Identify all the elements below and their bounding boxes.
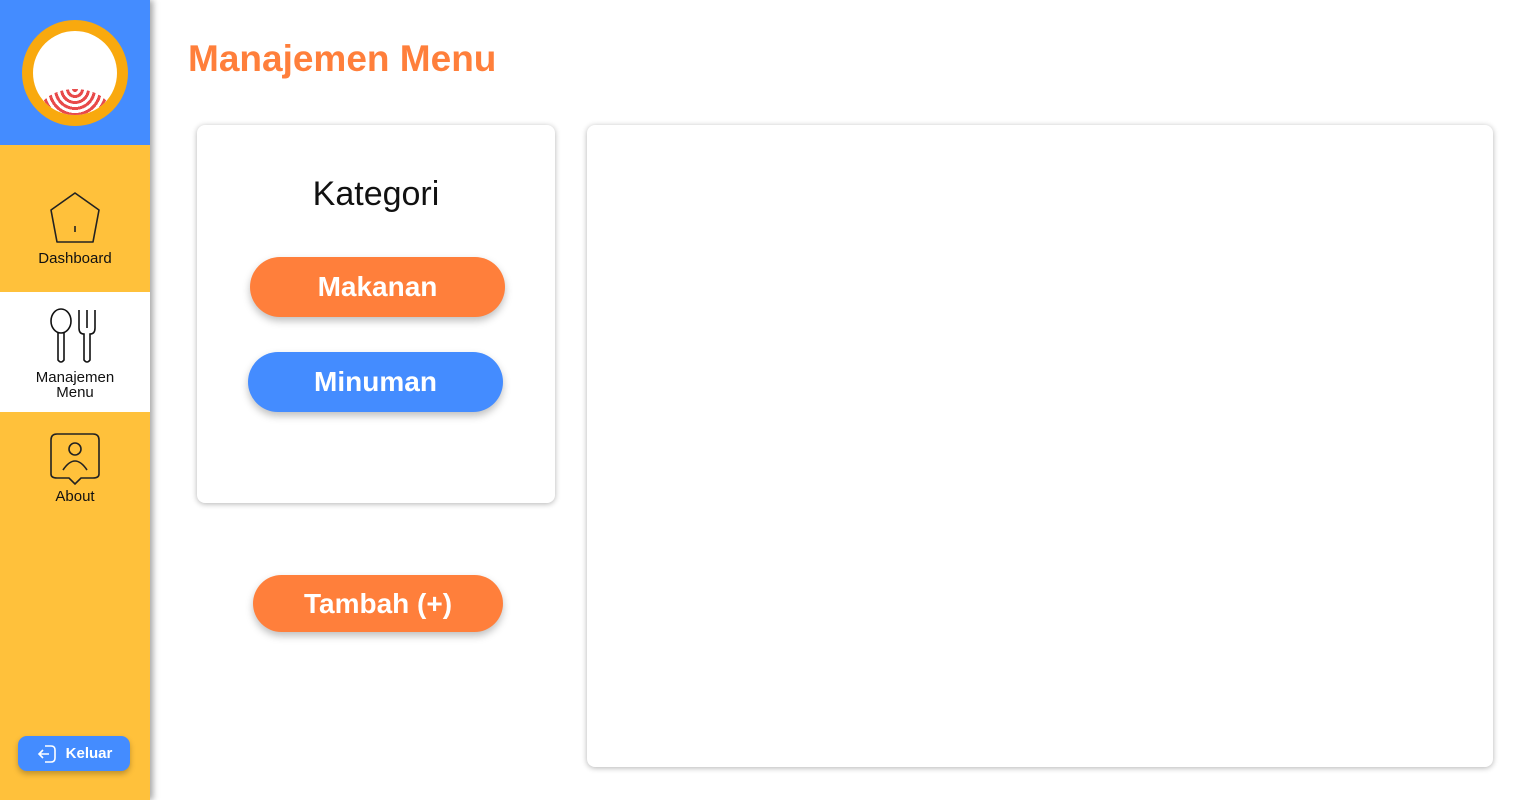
logout-button[interactable]: Keluar: [18, 736, 130, 771]
sidebar-item-dashboard[interactable]: Dashboard: [0, 190, 150, 290]
user-icon: [50, 433, 100, 486]
sidebar-item-label: Manajemen: [35, 369, 115, 386]
logout-label: Keluar: [65, 745, 113, 762]
sidebar-item-label: Menu: [56, 384, 94, 401]
sidebar-item-label: About: [55, 488, 95, 505]
logout-icon: [37, 744, 56, 763]
menu-list-panel: [587, 125, 1493, 767]
add-menu-button[interactable]: Tambah (+): [253, 575, 503, 632]
category-minuman-button[interactable]: Minuman: [248, 352, 503, 412]
category-makanan-button[interactable]: Makanan: [250, 257, 505, 317]
category-title: Kategori: [312, 175, 440, 213]
page-title: Manajemen Menu: [188, 38, 497, 79]
sidebar-item-about[interactable]: About: [0, 432, 150, 512]
sidebar-item-manajemen-menu[interactable]: Manajemen Menu: [0, 292, 150, 412]
sidebar-item-label: Dashboard: [38, 250, 112, 267]
sidebar: Dashboard Manajemen Menu About Keluar: [0, 0, 150, 800]
logo: [22, 19, 128, 126]
logo-area: [0, 0, 150, 145]
category-card: Kategori Makanan Minuman: [197, 125, 555, 503]
home-icon: [50, 192, 100, 243]
spoon-fork-icon: [50, 308, 96, 363]
